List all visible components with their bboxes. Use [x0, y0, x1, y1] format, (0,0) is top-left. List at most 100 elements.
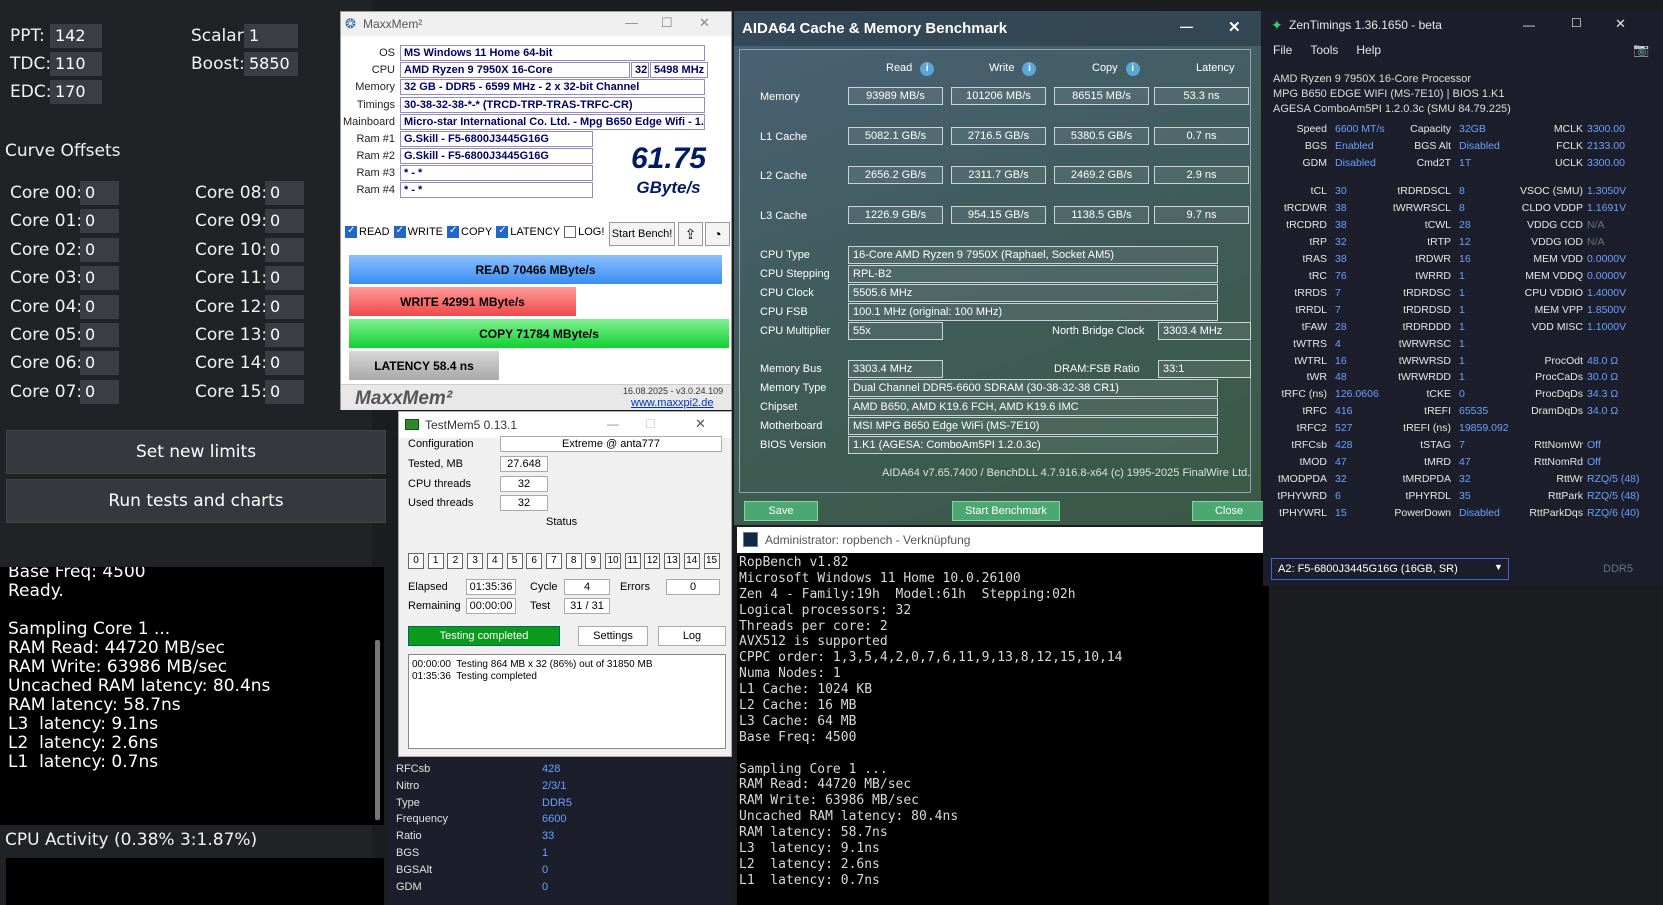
core-offset-input[interactable]: 0 [265, 266, 304, 291]
bench-value: 954.15 GB/s [951, 206, 1046, 224]
menu-tools[interactable]: Tools [1310, 43, 1338, 57]
core-offset-input[interactable]: 0 [80, 266, 119, 291]
timing-name: Type [396, 796, 420, 809]
timing-name: tRCDRD [1286, 218, 1327, 231]
close-icon[interactable]: ✕ [1615, 16, 1626, 32]
minimize-icon[interactable]: — [1180, 19, 1193, 34]
column-header-label: Copy [1092, 62, 1118, 74]
bench-value: 2.9 ns [1154, 166, 1249, 184]
core-offset-input[interactable]: 0 [80, 237, 119, 262]
limit-input[interactable]: 5850 [244, 52, 298, 76]
core-offset-input[interactable]: 0 [80, 351, 119, 376]
limit-input[interactable]: 142 [50, 24, 102, 48]
timing-value: 30 [1335, 185, 1347, 197]
maximize-icon[interactable]: ☐ [661, 15, 673, 31]
option-latency[interactable]: LATENCY [496, 225, 560, 238]
timing-name: tREFI [1424, 405, 1451, 418]
log-button[interactable]: Log [658, 626, 726, 646]
timing-name: RFCsb [396, 763, 431, 775]
core-offset-input[interactable]: 0 [80, 181, 119, 205]
core-offset-input[interactable]: 0 [80, 379, 119, 404]
info-row: OS MS Windows 11 Home 64-bit [343, 44, 705, 61]
info-key: Ram #2 [356, 149, 395, 162]
start-bench-button[interactable]: Start Bench! [609, 222, 675, 246]
limit-input[interactable]: 1 [244, 24, 298, 48]
core-label: Core 02: [10, 239, 83, 260]
close-icon[interactable]: ✕ [699, 15, 710, 31]
maximize-icon[interactable]: ☐ [1571, 16, 1582, 30]
option-write[interactable]: WRITE [393, 225, 443, 238]
close-button[interactable]: Close [1192, 501, 1266, 521]
console-line: L2 Cache: 16 MB [739, 698, 857, 714]
core-label: Core 03: [10, 268, 83, 289]
menu-file[interactable]: File [1273, 43, 1292, 57]
checkbox-icon[interactable] [447, 225, 460, 238]
close-icon[interactable]: ✕ [1228, 18, 1241, 36]
minimize-icon[interactable]: — [607, 417, 619, 431]
close-icon[interactable]: ✕ [695, 416, 706, 432]
score-value: 61.75 [630, 142, 707, 175]
core-offset-input[interactable]: 0 [80, 323, 119, 347]
checkbox-icon[interactable] [564, 226, 577, 238]
minimize-icon[interactable]: — [625, 15, 638, 30]
limit-input[interactable]: 170 [50, 80, 102, 104]
camera-icon[interactable]: 📷 [1633, 42, 1649, 58]
log-line: RAM Read: 44720 MB/sec [8, 638, 225, 658]
start-benchmark-button[interactable]: Start Benchmark [952, 501, 1060, 521]
core-offset-input[interactable]: 0 [265, 209, 304, 234]
option-log[interactable]: LOG! [564, 226, 604, 238]
gauge-icon[interactable]: ◔ [705, 222, 730, 246]
thread-status-cell: 4 [486, 553, 503, 569]
save-button[interactable]: Save [744, 501, 818, 521]
info-icon[interactable]: i [920, 62, 935, 76]
set-limits-button[interactable]: Set new limits [6, 430, 386, 474]
timing-value: 1.3050V [1587, 185, 1627, 197]
info-value: AMD Ryzen 9 7950X 16-Core [400, 61, 630, 78]
core-offset-input[interactable]: 0 [80, 209, 119, 234]
limit-input[interactable]: 110 [50, 52, 102, 76]
cpu-clock: 5498 MHz [650, 61, 708, 78]
log-scrollbar[interactable] [375, 640, 380, 820]
minimize-icon[interactable]: — [1523, 18, 1535, 32]
menu-help[interactable]: Help [1356, 43, 1381, 57]
core-offset-input[interactable]: 0 [265, 237, 304, 262]
timing-name: UCLK [1554, 157, 1583, 169]
core-offset-input[interactable]: 0 [265, 379, 304, 404]
fsb-label: CPU FSB [760, 306, 808, 318]
timing-name: tMOD [1299, 456, 1327, 469]
timing-name: RttNomWr [1534, 439, 1583, 452]
aida64-window: AIDA64 Cache & Memory Benchmark — ✕ Read… [734, 11, 1266, 525]
info-icon[interactable]: i [1022, 62, 1037, 76]
timing-name: tWTRS [1293, 337, 1327, 350]
run-tests-button[interactable]: Run tests and charts [6, 479, 386, 523]
timing-name: PowerDown [1394, 507, 1451, 520]
core-offset-input[interactable]: 0 [265, 181, 304, 205]
checkbox-icon[interactable] [345, 225, 357, 238]
checkbox-icon[interactable] [496, 225, 509, 238]
timing-value: 38 [1335, 201, 1347, 214]
timing-value: N/A [1587, 235, 1605, 248]
core-offset-input[interactable]: 0 [265, 294, 304, 319]
core-offset-input[interactable]: 0 [265, 351, 304, 376]
timing-name: BGS [1304, 140, 1327, 152]
core-label: Core 14: [195, 353, 268, 374]
window-title: TestMem5 0.13.1 [425, 418, 518, 432]
timing-value: 34.0 Ω [1587, 405, 1619, 418]
timing-value: 3300.00 [1587, 123, 1625, 135]
option-read[interactable]: READ [345, 225, 390, 238]
checkbox-icon[interactable] [393, 225, 406, 238]
core-offset-input[interactable]: 0 [80, 294, 119, 319]
dimm-select[interactable]: A2: F5-6800J3445G16G (16GB, SR) ▼ [1271, 558, 1509, 580]
core-offset-input[interactable]: 0 [265, 323, 304, 347]
info-icon[interactable]: i [1125, 62, 1140, 76]
test-options: READ WRITE COPY LATENCY LOG! [345, 225, 604, 238]
upload-icon[interactable]: ⇪ [678, 222, 703, 246]
option-copy[interactable]: COPY [447, 225, 492, 238]
maximize-icon[interactable]: ☐ [645, 417, 656, 431]
config-value[interactable]: Extreme @ anta777 [500, 436, 722, 452]
timing-value: 1.4000V [1587, 286, 1627, 299]
log-line: 00:00:00 Testing 864 MB x 32 (86%) out o… [412, 659, 653, 670]
website-link[interactable]: www.maxxpi2.de [631, 397, 714, 409]
thread-status-cell: 0 [408, 553, 424, 569]
settings-button[interactable]: Settings [578, 626, 648, 646]
